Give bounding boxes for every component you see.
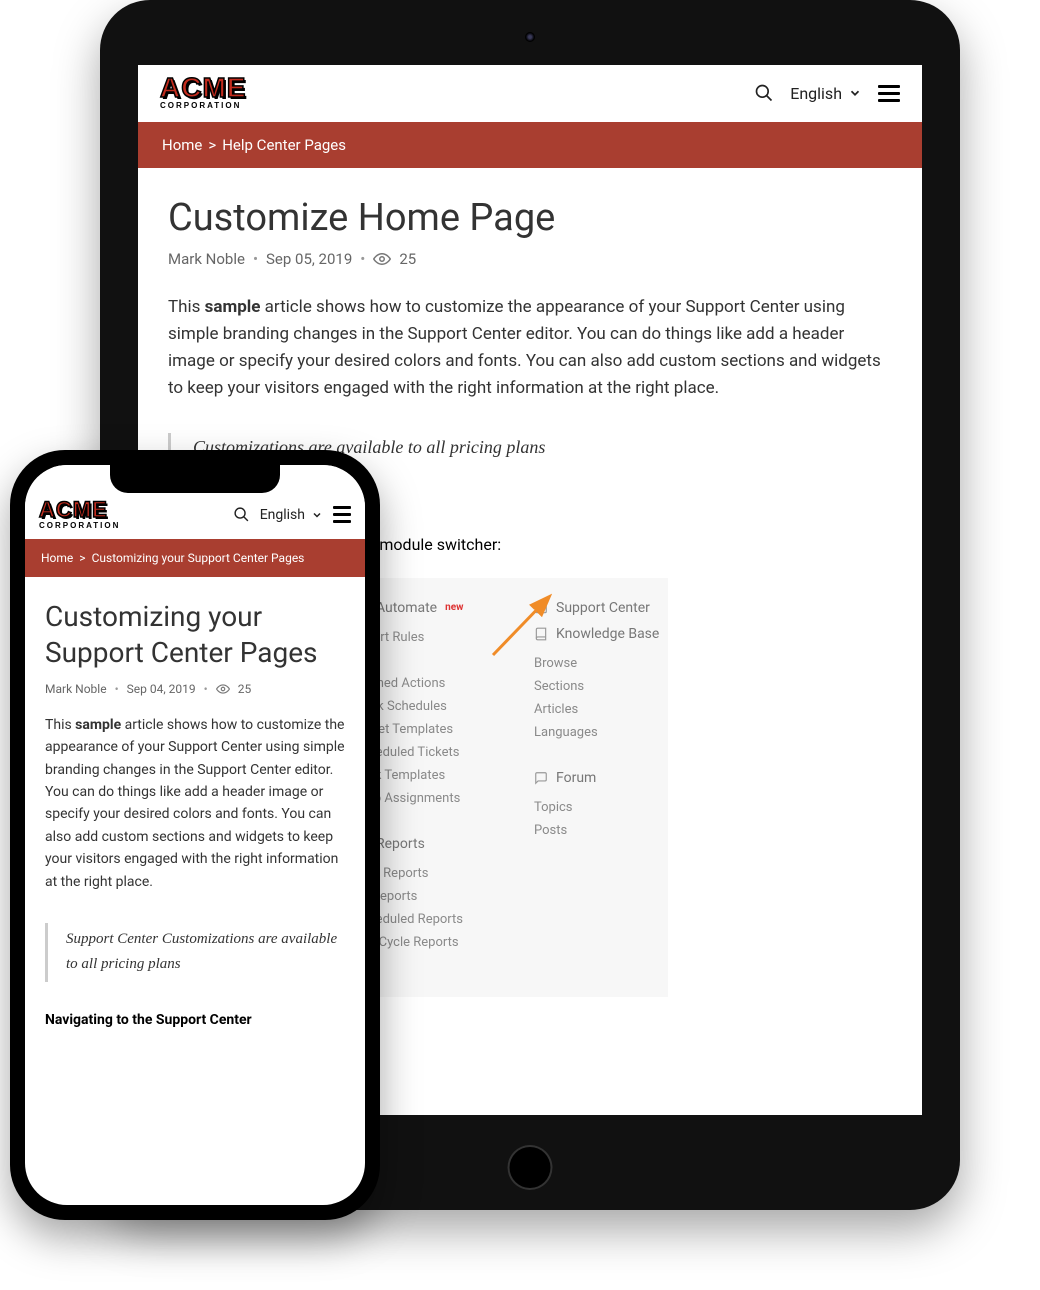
- logo[interactable]: ACME CORPORATION: [39, 501, 120, 529]
- breadcrumb-separator: >: [208, 136, 216, 154]
- chevron-down-icon: [311, 509, 323, 521]
- language-selector[interactable]: English: [790, 84, 862, 103]
- search-icon[interactable]: [233, 506, 250, 523]
- new-badge: new: [445, 602, 463, 613]
- panel-item[interactable]: Topics: [534, 796, 662, 819]
- view-count: 25: [399, 250, 416, 268]
- article-body: This sample article shows how to customi…: [168, 294, 892, 403]
- article-meta: Mark Noble Sep 05, 2019 25: [168, 250, 892, 268]
- language-label: English: [260, 507, 305, 523]
- breadcrumb-link-section[interactable]: Help Center Pages: [222, 136, 346, 154]
- header-actions: English: [233, 506, 351, 523]
- author-name: Mark Noble: [45, 682, 107, 696]
- phone-screen: ACME CORPORATION English Home > Customiz…: [25, 465, 365, 1205]
- article-body: This sample article shows how to customi…: [45, 714, 345, 893]
- chat-icon: [534, 771, 548, 785]
- logo-word: ACME: [160, 77, 246, 99]
- section-heading: Navigating to the Support Center: [45, 1012, 345, 1028]
- search-icon[interactable]: [754, 83, 774, 103]
- logo-subtitle: CORPORATION: [160, 103, 241, 109]
- publish-date: Sep 04, 2019: [127, 682, 196, 696]
- meta-separator: [253, 250, 258, 268]
- phone-notch: [110, 465, 280, 493]
- menu-button[interactable]: [878, 85, 900, 102]
- meta-separator: [204, 682, 208, 696]
- view-count: 25: [238, 682, 252, 696]
- page-title: Customize Home Page: [168, 196, 892, 240]
- menu-button[interactable]: [333, 506, 351, 523]
- page-title: Customizing your Support Center Pages: [45, 599, 345, 672]
- panel-list-forum: Topics Posts: [534, 796, 662, 842]
- logo-word: ACME: [39, 501, 108, 519]
- language-label: English: [790, 84, 842, 103]
- chevron-down-icon: [848, 86, 862, 100]
- header-actions: English: [754, 83, 900, 103]
- tablet-camera: [525, 32, 535, 42]
- panel-item[interactable]: Articles: [534, 698, 662, 721]
- eye-icon: [373, 250, 391, 268]
- article-meta: Mark Noble Sep 04, 2019 25: [45, 682, 345, 696]
- breadcrumb: Home > Help Center Pages: [138, 122, 922, 168]
- breadcrumb-link-home[interactable]: Home: [162, 136, 202, 154]
- breadcrumb-link-section[interactable]: Customizing your Support Center Pages: [92, 551, 305, 565]
- panel-heading-forum: Forum: [534, 770, 662, 786]
- panel-list-kb: Browse Sections Articles Languages: [534, 652, 662, 744]
- panel-item[interactable]: Sections: [534, 675, 662, 698]
- panel-item[interactable]: Posts: [534, 819, 662, 842]
- panel-item[interactable]: Languages: [534, 721, 662, 744]
- meta-separator: [360, 250, 365, 268]
- phone-device-frame: ACME CORPORATION English Home > Customiz…: [10, 450, 380, 1220]
- publish-date: Sep 05, 2019: [266, 250, 352, 268]
- eye-icon: [216, 682, 230, 696]
- annotation-arrow: [488, 590, 558, 660]
- logo[interactable]: ACME CORPORATION: [160, 77, 246, 110]
- language-selector[interactable]: English: [260, 507, 323, 523]
- tablet-header: ACME CORPORATION English: [138, 65, 922, 122]
- tablet-home-button[interactable]: [508, 1145, 553, 1190]
- breadcrumb-separator: >: [79, 551, 85, 565]
- author-name: Mark Noble: [168, 250, 245, 268]
- article: Customizing your Support Center Pages Ma…: [25, 577, 365, 1050]
- breadcrumb: Home > Customizing your Support Center P…: [25, 539, 365, 577]
- breadcrumb-link-home[interactable]: Home: [41, 551, 73, 565]
- meta-separator: [115, 682, 119, 696]
- logo-subtitle: CORPORATION: [39, 523, 120, 529]
- blockquote: Support Center Customizations are availa…: [45, 923, 345, 982]
